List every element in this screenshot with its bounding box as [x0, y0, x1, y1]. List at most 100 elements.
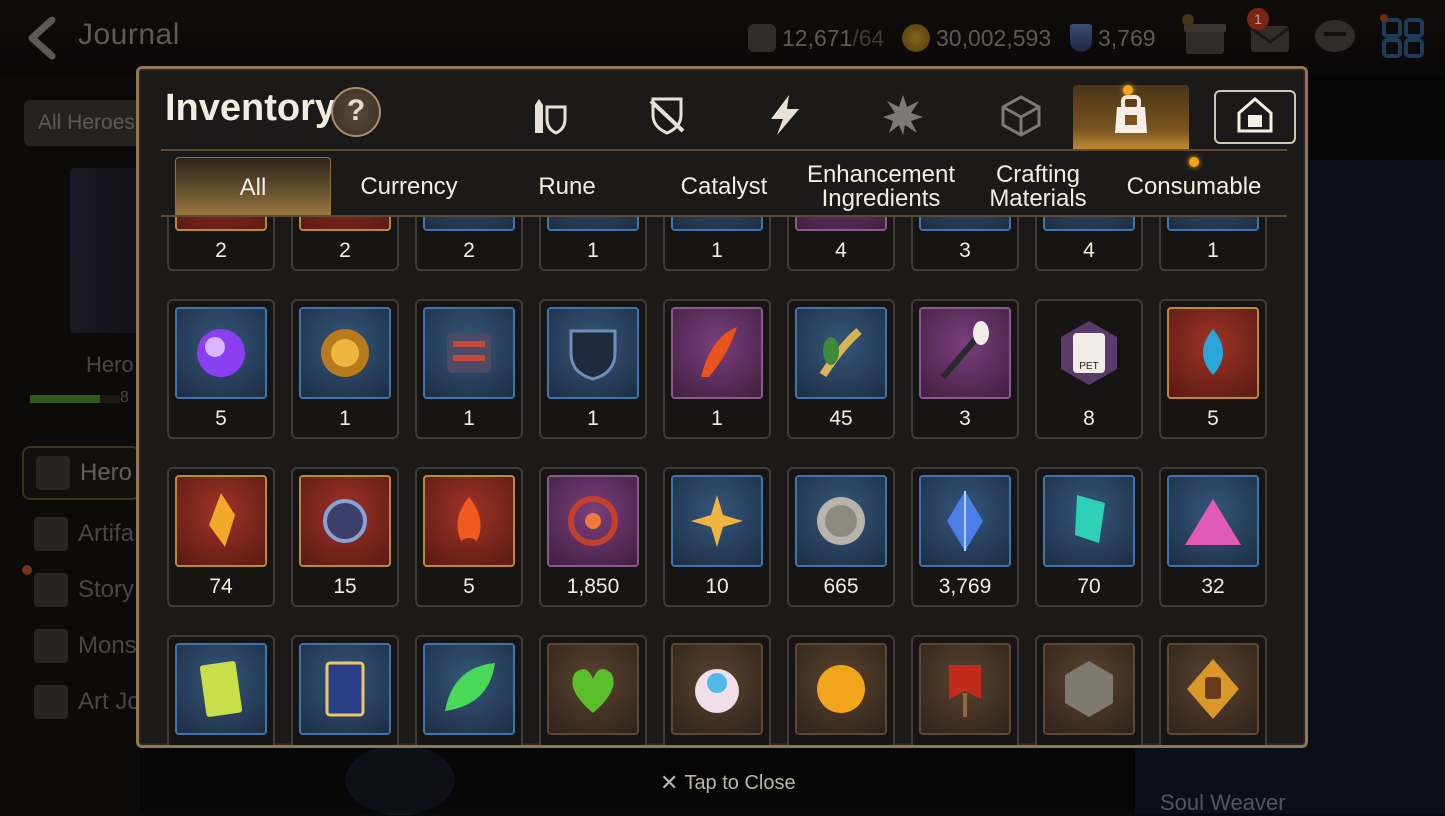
item-quantity: 70	[1077, 575, 1101, 598]
inventory-item[interactable]: 1,850	[539, 467, 647, 607]
teal-crystal-icon	[1043, 475, 1135, 567]
tab-catalyst[interactable]: Catalyst	[646, 157, 802, 217]
gold-fist-emblem-icon	[1167, 643, 1259, 735]
tab-accessory[interactable]	[609, 85, 725, 149]
inventory-item[interactable]	[663, 635, 771, 745]
inventory-item[interactable]: 5	[415, 467, 523, 607]
item-quantity: 2	[339, 239, 351, 262]
tab-artifact[interactable]	[845, 85, 961, 149]
tab-enhancement-ingredients[interactable]: Enhancement Ingredients	[803, 157, 959, 217]
inventory-item[interactable]	[167, 635, 275, 745]
inventory-item[interactable]: 3	[911, 217, 1019, 271]
star-charm-icon	[671, 475, 763, 567]
tab-storage[interactable]	[1197, 85, 1305, 149]
tab-material[interactable]	[963, 85, 1079, 149]
inventory-item[interactable]: 10	[663, 467, 771, 607]
inventory-item[interactable]: 32	[1159, 467, 1267, 607]
inventory-item[interactable]: 2	[291, 217, 399, 271]
inventory-item[interactable]: 1	[663, 217, 771, 271]
tab-inventory-bag[interactable]	[1073, 85, 1189, 149]
feather-wand-icon	[919, 307, 1011, 399]
inventory-item[interactable]	[911, 635, 1019, 745]
inventory-item[interactable]: 15	[291, 467, 399, 607]
inventory-item[interactable]: 1	[663, 299, 771, 439]
inventory-item[interactable]: 2	[167, 217, 275, 271]
inventory-item[interactable]: 1	[539, 217, 647, 271]
item-quantity: 4	[1083, 239, 1095, 262]
inventory-item[interactable]	[539, 635, 647, 745]
inventory-grid-viewport[interactable]: 2 2 2 1 1 4 3 4 1 5 1 1 1 1 45 3 PET 8 5 74 15 5 1,850 10 665 3,7…	[139, 217, 1305, 745]
frame-corner	[139, 726, 158, 745]
inventory-item[interactable]: 1	[539, 299, 647, 439]
tab-crafting-materials[interactable]: Crafting Materials	[960, 157, 1116, 217]
flame-feather-icon	[671, 307, 763, 399]
item-quantity: 1	[587, 239, 599, 262]
dice-icon	[999, 93, 1043, 142]
storage-house-icon	[1235, 95, 1275, 140]
inventory-item[interactable]: 2	[415, 217, 523, 271]
inventory-item[interactable]: 5	[1159, 299, 1267, 439]
divider	[161, 149, 1287, 151]
scale-armor-icon	[423, 307, 515, 399]
silver-coin-icon	[795, 475, 887, 567]
tab-all[interactable]: All	[175, 157, 331, 217]
item-quantity: 1	[463, 407, 475, 430]
flower-charm-icon	[547, 475, 639, 567]
accessory-shield-icon	[645, 93, 689, 142]
inventory-item[interactable]	[1035, 635, 1143, 745]
inventory-item[interactable]	[1159, 635, 1267, 745]
item-quantity: 10	[705, 575, 729, 598]
tab-currency[interactable]: Currency	[331, 157, 487, 217]
inventory-item[interactable]: 4	[787, 217, 895, 271]
blue-droplet-icon	[1167, 307, 1259, 399]
item-quantity: 1	[339, 407, 351, 430]
stone-cube-icon	[1043, 643, 1135, 735]
inventory-item[interactable]: 665	[787, 467, 895, 607]
dark-shield-icon	[547, 307, 639, 399]
inventory-item[interactable]: PET 8	[1035, 299, 1143, 439]
red-item-icon	[299, 217, 391, 231]
item-quantity: 3	[959, 407, 971, 430]
red-item-icon	[175, 217, 267, 231]
tab-rune[interactable]: Rune	[489, 157, 645, 217]
purple-item-icon	[795, 217, 887, 231]
inventory-item[interactable]: 1	[291, 299, 399, 439]
close-icon: ✕	[660, 770, 679, 795]
item-quantity: 3,769	[938, 575, 992, 598]
item-quantity: 8	[1083, 407, 1095, 430]
svg-text:PET: PET	[1079, 361, 1098, 372]
consumable-notification-dot	[1189, 157, 1199, 167]
item-quantity: 2	[215, 239, 227, 262]
tab-equipment[interactable]	[491, 85, 607, 149]
artifact-icon	[881, 93, 925, 142]
inventory-item[interactable]: 1	[415, 299, 523, 439]
inventory-item[interactable]	[291, 635, 399, 745]
costume-card-icon	[175, 643, 267, 735]
inventory-item[interactable]: 3	[911, 299, 1019, 439]
inventory-item[interactable]: 3,769	[911, 467, 1019, 607]
item-quantity: 32	[1201, 575, 1225, 598]
blue-gem-icon	[919, 475, 1011, 567]
inventory-item[interactable]	[787, 635, 895, 745]
inventory-modal: Inventory ? All Currency Rune Catalyst E…	[136, 66, 1308, 748]
blue-item-icon	[423, 217, 515, 231]
inventory-item[interactable]	[415, 635, 523, 745]
item-quantity: 15	[333, 575, 357, 598]
inventory-item[interactable]: 70	[1035, 467, 1143, 607]
item-quantity: 5	[463, 575, 475, 598]
item-quantity: 1	[711, 407, 723, 430]
inventory-item[interactable]: 5	[167, 299, 275, 439]
purple-orb-icon	[175, 307, 267, 399]
item-quantity: 74	[209, 575, 233, 598]
tab-skill[interactable]	[727, 85, 843, 149]
modal-title: Inventory	[165, 87, 337, 129]
tap-to-close[interactable]: ✕ Tap to Close	[660, 770, 796, 796]
inventory-item[interactable]: 45	[787, 299, 895, 439]
inventory-item[interactable]: 74	[167, 467, 275, 607]
help-button[interactable]: ?	[331, 87, 381, 137]
bag-icon	[1107, 91, 1155, 144]
blue-item-icon	[671, 217, 763, 231]
inventory-item[interactable]: 4	[1035, 217, 1143, 271]
item-quantity: 1	[711, 239, 723, 262]
inventory-item[interactable]: 1	[1159, 217, 1267, 271]
